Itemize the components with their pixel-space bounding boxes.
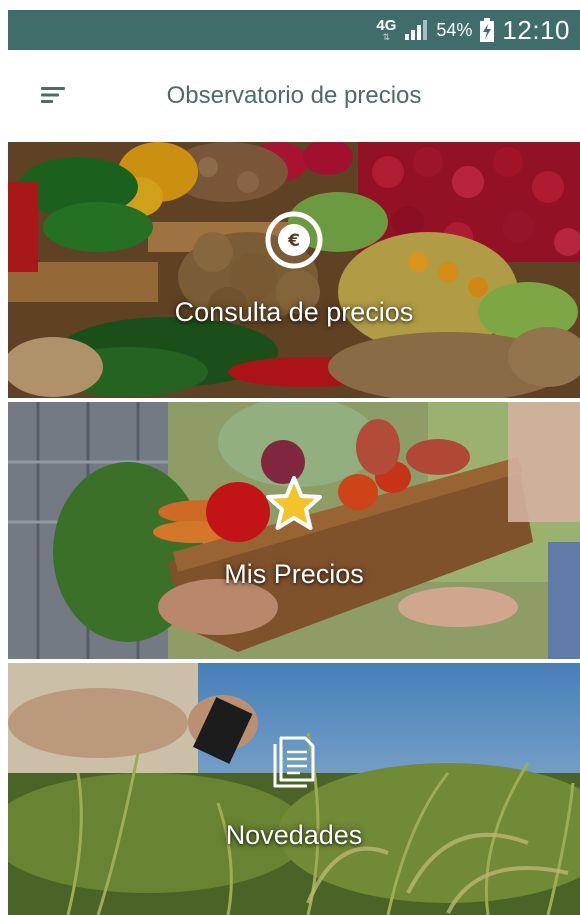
page-title: Observatorio de precios [166,82,422,109]
network-type: 4G [376,17,397,34]
star-icon [266,476,322,530]
card-label: Consulta de precios [174,297,414,327]
signal-icon [405,20,428,40]
card-label: Novedades [225,820,363,850]
svg-text:€: € [287,231,300,251]
data-activity-icon: ⇅ [382,32,391,42]
novedades-card[interactable]: Novedades [8,663,580,915]
app-bar: Observatorio de precios [8,50,580,142]
vegetable-market-image [8,142,580,398]
rice-field-image [8,663,580,915]
euro-coin-icon: € [265,211,323,269]
mis-precios-card[interactable]: Mis Precios [8,402,580,659]
status-bar: 4G ⇅ 54% 12:10 [8,10,580,50]
battery-percentage: 54% [436,19,473,40]
network-indicator: 4G ⇅ [376,18,396,42]
document-icon [273,736,315,788]
consulta-de-precios-card[interactable]: € Consulta de precios [8,142,580,398]
clock: 12:10 [502,14,570,45]
card-label: Mis Precios [224,559,364,589]
battery-charging-icon [480,18,495,42]
